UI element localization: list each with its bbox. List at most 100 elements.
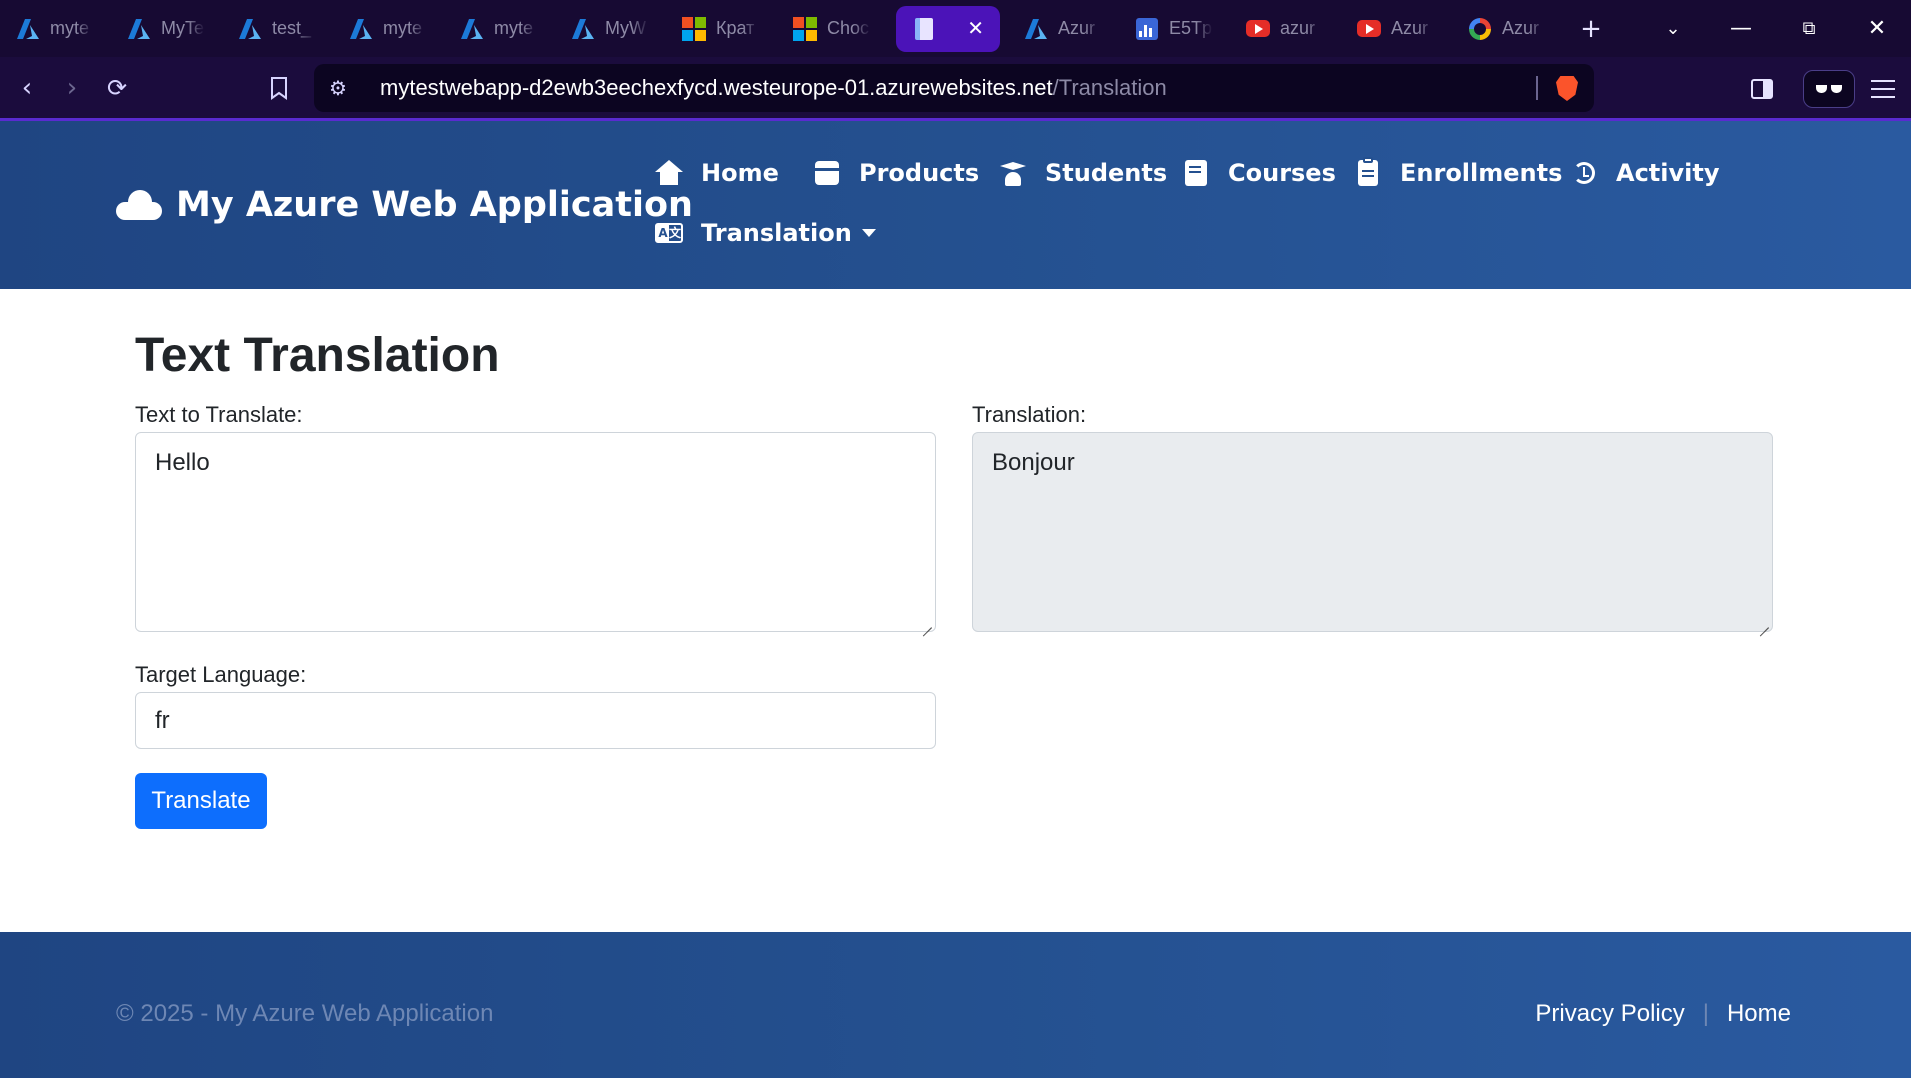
browser-tab[interactable]: myte — [444, 6, 555, 52]
tab-list: myte MyTe test_ myte myte MyW Крат Choc ✕ Azur E5T… — [0, 0, 1563, 57]
tab-title: E5Tp — [1169, 18, 1213, 38]
graduate-icon — [999, 159, 1027, 187]
nav-enrollments-label: Enrollments — [1400, 159, 1563, 187]
resize-grip-icon[interactable] — [1759, 618, 1769, 628]
youtube-icon — [1246, 17, 1270, 41]
site-settings-icon[interactable]: ⚙ — [326, 76, 350, 101]
resize-grip-icon[interactable] — [922, 618, 932, 628]
forward-button[interactable]: › — [55, 71, 89, 105]
private-window-button[interactable] — [1803, 70, 1855, 108]
brand-link[interactable]: My Azure Web Application — [116, 185, 693, 225]
target-language-input[interactable] — [135, 692, 936, 749]
browser-tab-strip: myte MyTe test_ myte myte MyW Крат Choc ✕ Azur E5T… — [0, 0, 1911, 57]
nav-translation-dropdown[interactable]: A文 Translation — [655, 219, 876, 247]
language-icon: A文 — [655, 219, 683, 247]
azure-icon — [571, 17, 595, 41]
brave-shields-icon[interactable] — [1556, 76, 1578, 101]
home-icon — [655, 159, 683, 187]
nav-courses-label: Courses — [1228, 159, 1336, 187]
clipboard-icon — [1354, 157, 1382, 187]
nav-students[interactable]: Students — [999, 159, 1167, 187]
tab-title: MyTe — [161, 18, 205, 38]
copyright-text: © 2025 - My Azure Web Application — [116, 1000, 494, 1027]
browser-tab[interactable]: Choc — [777, 6, 888, 52]
history-icon — [1570, 159, 1598, 187]
tab-title: myte — [50, 18, 90, 38]
browser-tab[interactable]: Крат — [666, 6, 777, 52]
nav-enrollments[interactable]: Enrollments — [1354, 157, 1563, 187]
tab-title: Azur — [1502, 18, 1540, 38]
document-icon — [912, 17, 936, 41]
reload-button[interactable]: ⟳ — [100, 71, 134, 105]
nav-home-label: Home — [701, 159, 779, 187]
footer-separator: | — [1702, 1000, 1709, 1027]
translate-button[interactable]: Translate — [135, 773, 267, 829]
menu-icon[interactable] — [1871, 80, 1895, 98]
url-path: /Translation — [1052, 75, 1167, 100]
tab-title: Крат — [716, 18, 755, 38]
translation-label: Translation: — [972, 402, 1087, 427]
bookmark-icon — [271, 77, 287, 100]
source-text-input[interactable]: Hello — [135, 432, 936, 632]
browser-tab[interactable]: MyW — [555, 6, 666, 52]
nav-products-label: Products — [859, 159, 980, 187]
nav-students-label: Students — [1045, 159, 1168, 187]
translation-output[interactable]: Bonjour — [972, 432, 1773, 632]
browser-tab[interactable]: test_ — [222, 6, 333, 52]
youtube-icon — [1357, 17, 1381, 41]
nav-activity-label: Activity — [1616, 159, 1720, 187]
browser-tab[interactable]: myte — [0, 6, 111, 52]
nav-courses[interactable]: Courses — [1182, 159, 1336, 187]
bookmark-button[interactable] — [262, 71, 296, 105]
browser-tab[interactable]: MyTe — [111, 6, 222, 52]
minimize-button[interactable]: — — [1707, 16, 1775, 41]
glasses-icon — [1816, 85, 1842, 93]
sidebar-toggle-icon[interactable] — [1751, 79, 1773, 99]
target-language-label: Target Language: — [135, 662, 307, 687]
nav-home[interactable]: Home — [655, 159, 779, 187]
azure-icon — [1024, 17, 1048, 41]
back-button[interactable]: ‹ — [10, 71, 44, 105]
caret-down-icon — [861, 229, 876, 237]
google-icon — [1468, 17, 1492, 41]
site-footer: © 2025 - My Azure Web Application Privac… — [0, 932, 1911, 1078]
close-window-button[interactable]: ✕ — [1843, 16, 1911, 41]
browser-tab[interactable]: E5Tp — [1119, 6, 1230, 52]
tab-title: Choc — [827, 18, 870, 38]
nav-translation-label: Translation — [701, 219, 852, 247]
nav-activity[interactable]: Activity — [1570, 159, 1720, 187]
privacy-policy-link[interactable]: Privacy Policy — [1535, 1000, 1684, 1028]
footer-links: Privacy Policy | Home — [1535, 1000, 1791, 1028]
browser-tab-active[interactable]: ✕ — [896, 5, 1000, 52]
tab-title: myte — [383, 18, 423, 38]
box-icon — [813, 159, 841, 187]
source-text-label: Text to Translate: — [135, 402, 303, 427]
address-bar[interactable]: ⚙ mytestwebapp-d2ewb3eechexfycd.westeuro… — [314, 64, 1594, 112]
tab-title: MyW — [605, 18, 646, 38]
browser-tab[interactable]: Azur — [1452, 6, 1563, 52]
new-tab-button[interactable]: + — [1563, 14, 1619, 44]
url-divider — [1536, 76, 1538, 100]
azure-icon — [16, 17, 40, 41]
browser-tab[interactable]: Azur — [1008, 6, 1119, 52]
azure-icon — [127, 17, 151, 41]
tab-title: test_ — [272, 18, 312, 38]
tab-search-chevron-icon[interactable]: ⌄ — [1639, 18, 1707, 39]
browser-tab[interactable]: Azur — [1341, 6, 1452, 52]
tab-title: azur — [1280, 18, 1316, 38]
restore-button[interactable]: ⧉ — [1775, 18, 1843, 39]
nav-products[interactable]: Products — [813, 159, 979, 187]
book-icon — [1182, 159, 1210, 187]
tab-title: Azur — [1058, 18, 1096, 38]
cloud-icon — [116, 190, 162, 220]
browser-tab[interactable]: myte — [333, 6, 444, 52]
azure-icon — [238, 17, 262, 41]
chart-icon — [1135, 17, 1159, 41]
footer-home-link[interactable]: Home — [1727, 1000, 1791, 1028]
azure-icon — [349, 17, 373, 41]
site-header: My Azure Web Application Home Products S… — [0, 121, 1911, 289]
browser-tab[interactable]: azur — [1230, 6, 1341, 52]
url-host: mytestwebapp-d2ewb3eechexfycd.westeurope… — [380, 75, 1053, 100]
close-tab-icon[interactable]: ✕ — [967, 16, 984, 41]
microsoft-icon — [682, 16, 706, 41]
